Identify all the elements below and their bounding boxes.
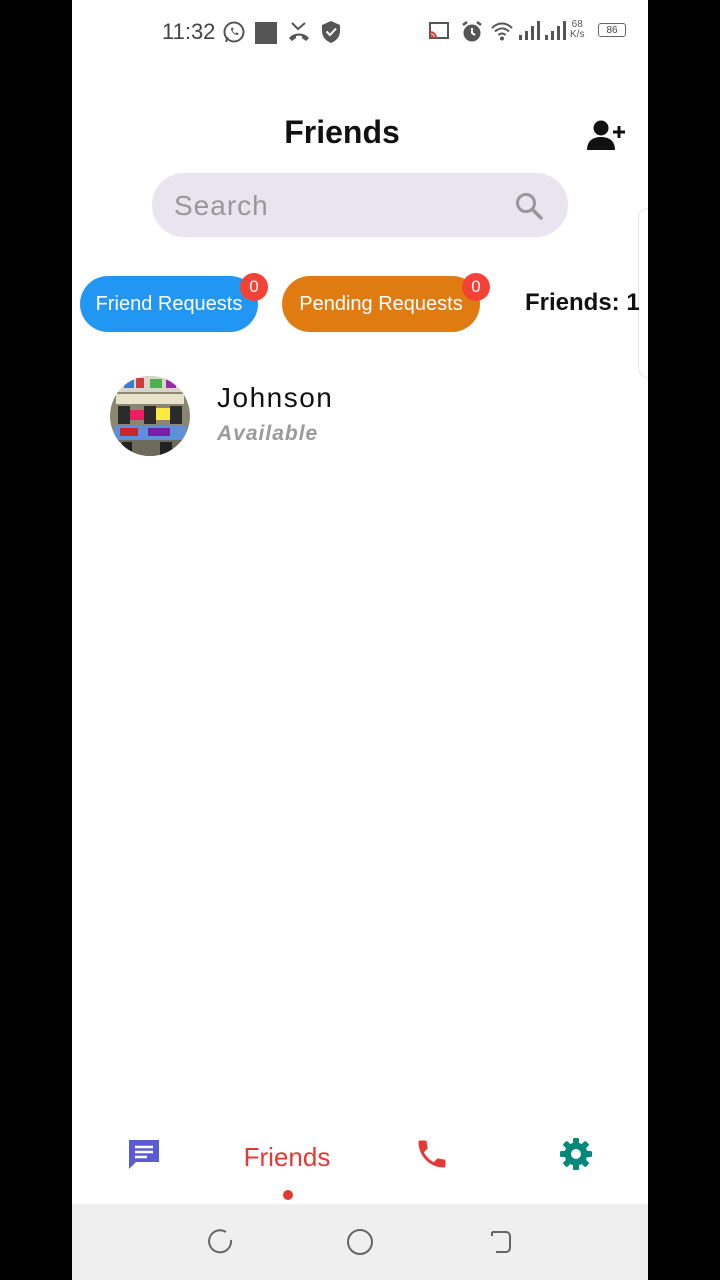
page-title: Friends (284, 114, 400, 150)
friend-requests-button[interactable]: Friend Requests 0 (80, 273, 268, 332)
missed-call-icon (289, 22, 309, 41)
system-navigation-bar (72, 1204, 648, 1280)
pending-requests-badge: 0 (462, 273, 490, 301)
back-icon[interactable] (486, 1228, 514, 1256)
app-screen: 11:32 68 K/s 86 Friends Search Friend Re… (72, 0, 648, 1280)
search-bar[interactable] (152, 173, 568, 237)
bottom-navigation: Friends (72, 1120, 648, 1204)
status-time: 11:32 (162, 19, 216, 44)
signal-icon-2 (545, 21, 566, 40)
pending-requests-button[interactable]: Pending Requests 0 (282, 273, 490, 332)
notification-square-icon (255, 22, 277, 44)
friend-name: Johnson (217, 382, 334, 413)
nav-friends-tab[interactable]: Friends (222, 1142, 352, 1173)
chat-icon (129, 1140, 159, 1169)
friend-requests-label: Friend Requests (95, 293, 243, 315)
friend-requests-badge: 0 (240, 273, 268, 301)
pending-requests-label: Pending Requests (299, 293, 463, 315)
add-friend-button[interactable] (586, 118, 626, 154)
shield-icon (322, 21, 340, 43)
friend-list-item[interactable]: Johnson Available (102, 370, 602, 466)
whatsapp-icon (223, 21, 245, 43)
person-add-icon (587, 120, 625, 150)
phone-icon (418, 1140, 446, 1168)
battery-indicator: 86 (598, 23, 626, 37)
search-icon[interactable] (514, 191, 544, 221)
network-speed-unit: K/s (570, 29, 585, 40)
nav-settings-button[interactable] (558, 1136, 594, 1177)
network-speed: 68 K/s (570, 20, 584, 40)
status-bar: 11:32 68 K/s 86 (72, 0, 648, 64)
nav-calls-button[interactable] (414, 1136, 450, 1177)
search-input[interactable] (172, 183, 496, 229)
signal-icon-1 (519, 21, 540, 40)
avatar (110, 376, 190, 456)
recents-icon[interactable] (206, 1228, 234, 1256)
home-icon[interactable] (346, 1228, 374, 1256)
avatar-image (110, 376, 190, 456)
nav-active-indicator (283, 1190, 293, 1200)
wifi-icon (491, 22, 513, 41)
cast-icon (429, 22, 449, 39)
alarm-icon (462, 21, 482, 42)
friend-status: Available (217, 422, 319, 445)
friends-count: Friends: 1 (525, 289, 640, 316)
gear-icon (560, 1138, 592, 1170)
nav-chats-button[interactable] (126, 1136, 162, 1177)
